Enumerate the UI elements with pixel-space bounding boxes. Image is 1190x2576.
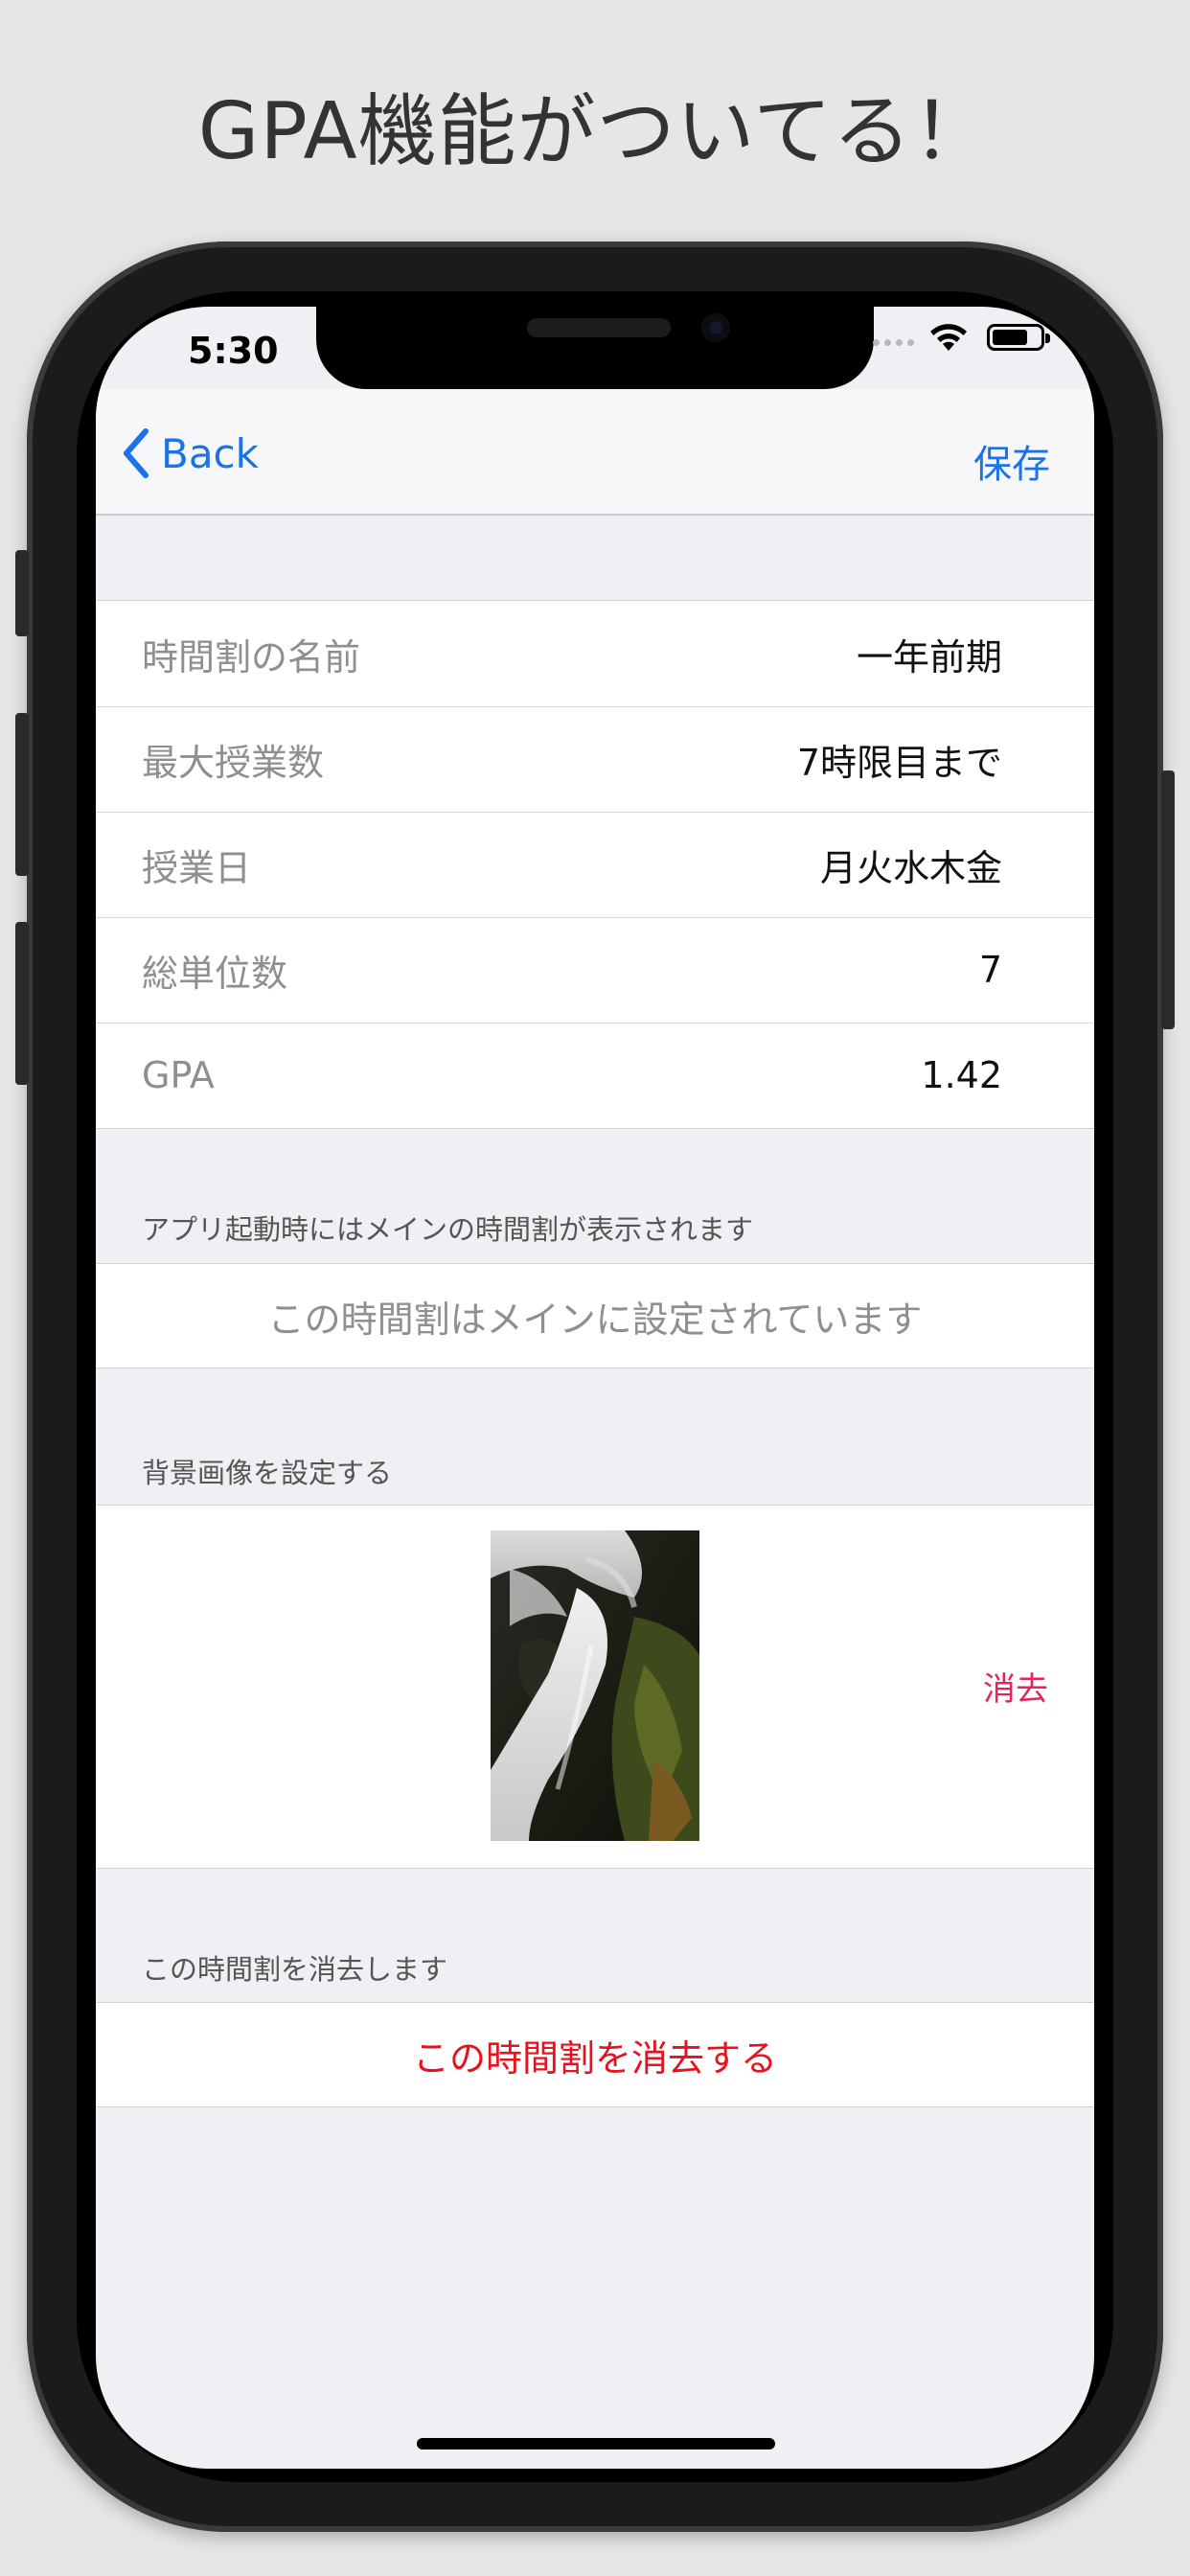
back-label: Back — [161, 429, 259, 477]
setting-row-name[interactable]: 時間割の名前 一年前期 — [96, 601, 1094, 706]
battery-icon — [987, 324, 1050, 351]
chevron-left-icon — [124, 428, 149, 478]
delete-background-button[interactable]: 消去 — [983, 1663, 1048, 1710]
setting-label: 時間割の名前 — [142, 635, 361, 678]
setting-value: 月火水木金 — [819, 846, 1002, 889]
setting-row-max-periods[interactable]: 最大授業数 7時限目まで — [96, 706, 1094, 812]
app-screen: 5:30 Back 保存 時間割の名前 一年前期 最大授業数 7時限目まで 授業… — [96, 307, 1094, 2469]
setting-label: 授業日 — [142, 846, 252, 889]
background-image-group: 消去 — [96, 1505, 1094, 1869]
volume-down-button — [15, 922, 29, 1085]
front-camera — [701, 313, 730, 342]
setting-row-class-days[interactable]: 授業日 月火水木金 — [96, 812, 1094, 917]
main-status-text: この時間割はメインに設定されています — [267, 1298, 923, 1341]
delete-section-header: この時間割を消去します — [142, 1953, 448, 1986]
volume-up-button — [15, 713, 29, 876]
save-button[interactable]: 保存 — [973, 433, 1050, 489]
main-section-header: アプリ起動時にはメインの時間割が表示されます — [142, 1213, 754, 1246]
home-indicator[interactable] — [417, 2438, 775, 2450]
setting-row-gpa: GPA 1.42 — [96, 1023, 1094, 1128]
setting-label: GPA — [142, 1054, 215, 1096]
status-time: 5:30 — [188, 330, 279, 372]
setting-value: 1.42 — [921, 1054, 1002, 1096]
setting-row-total-credits: 総単位数 7 — [96, 917, 1094, 1023]
speaker-grille — [527, 318, 671, 337]
delete-timetable-button[interactable]: この時間割を消去する — [96, 2003, 1094, 2106]
background-section-header: 背景画像を設定する — [142, 1457, 393, 1489]
navigation-bar: Back 保存 — [96, 389, 1094, 516]
notch — [316, 307, 874, 389]
setting-label: 最大授業数 — [142, 741, 325, 784]
delete-timetable-group: この時間割を消去する — [96, 2002, 1094, 2107]
cellular-signal-icon — [873, 334, 917, 346]
setting-value: 一年前期 — [856, 635, 1002, 678]
setting-value: 7 — [978, 949, 1002, 991]
timetable-settings-group: 時間割の名前 一年前期 最大授業数 7時限目まで 授業日 月火水木金 総単位数 … — [96, 600, 1094, 1129]
setting-value: 7時限目まで — [796, 741, 1002, 784]
back-button[interactable]: Back — [121, 426, 259, 481]
silent-switch — [15, 550, 29, 636]
power-button — [1161, 770, 1175, 1029]
waterfall-image — [491, 1530, 699, 1841]
background-image-thumbnail[interactable] — [491, 1530, 699, 1841]
main-status-group: この時間割はメインに設定されています — [96, 1263, 1094, 1368]
setting-label: 総単位数 — [142, 952, 288, 995]
wifi-icon — [930, 324, 967, 351]
promo-headline: GPA機能がついてる！ — [197, 86, 993, 177]
